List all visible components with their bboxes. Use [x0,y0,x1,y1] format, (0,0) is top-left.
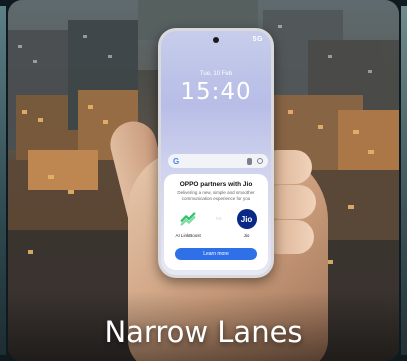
linkboost-icon [178,209,198,229]
google-search-bar[interactable]: G [168,154,268,168]
partnership-panel: OPPO partners with Jio Delivering a new,… [164,174,268,270]
linkboost-label: AI LinkBoost [175,233,201,239]
card-caption: Narrow Lanes [104,315,303,349]
partner-logos: AI LinkBoost ○○ Jio Jio [164,209,268,238]
signal-status: 5G [252,36,263,43]
google-logo-icon: G [173,156,180,166]
lockscreen-date: Tue, 10 Feb [199,71,233,77]
phone-screen: 5G Tue, 10 Feb 15:40 G OPPO partners wit… [161,31,271,275]
lockscreen-clock: 15:40 [180,79,252,105]
panel-subtitle: Delivering a new, simple and smoother co… [177,190,255,201]
camera-icon [213,37,219,43]
jio-label: Jio [243,233,250,239]
panel-title: OPPO partners with Jio [179,181,253,188]
previous-card-edge[interactable] [0,6,6,355]
story-card[interactable]: 5G Tue, 10 Feb 15:40 G OPPO partners wit… [8,0,399,361]
logo-separator: ○○ [215,216,222,223]
learn-more-button[interactable]: Learn more [175,248,257,260]
next-card-edge[interactable] [401,6,407,355]
jio-logo: Jio Jio [236,209,257,239]
jio-logo-icon: Jio [236,209,257,230]
phone: 5G Tue, 10 Feb 15:40 G OPPO partners wit… [158,28,274,278]
linkboost-logo: AI LinkBoost [175,209,201,239]
mic-icon[interactable] [247,157,252,165]
lens-icon[interactable] [257,157,263,164]
